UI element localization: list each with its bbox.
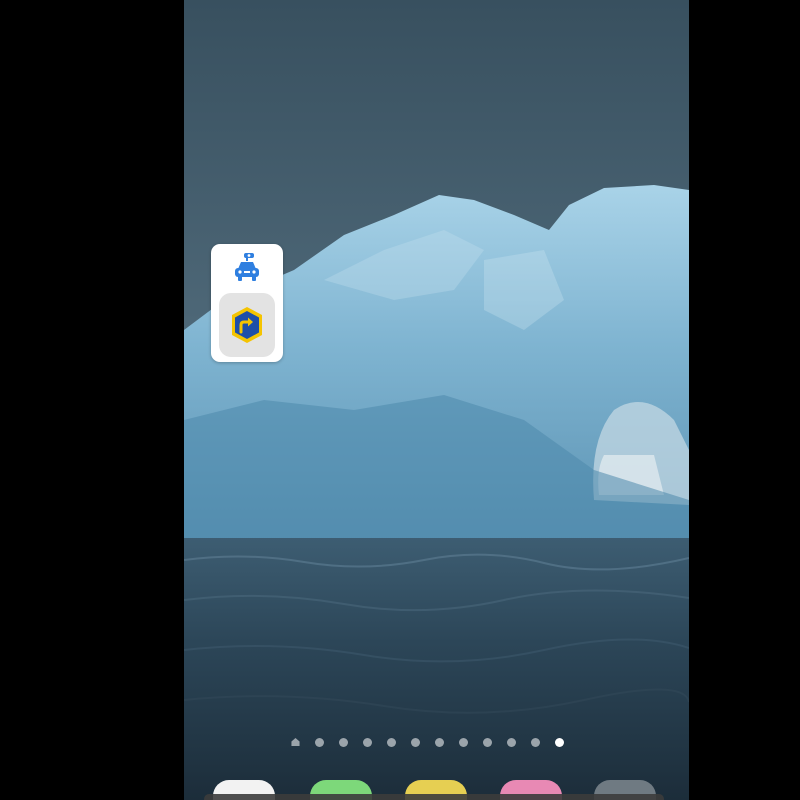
page-dot[interactable] <box>435 737 444 747</box>
page-indicator <box>291 736 564 748</box>
page-dot[interactable] <box>315 737 324 747</box>
yellow-direction-arrow-icon <box>232 307 262 343</box>
home-icon[interactable] <box>291 737 300 747</box>
page-dot[interactable] <box>459 737 468 747</box>
page-dot[interactable] <box>363 737 372 747</box>
app-tile <box>219 293 275 357</box>
launcher-item-car-app[interactable] <box>211 246 283 290</box>
page-dot[interactable] <box>507 737 516 747</box>
page-dot-active[interactable] <box>555 737 564 747</box>
app-launcher-panel <box>211 244 283 362</box>
dock-bar <box>204 794 664 800</box>
launcher-item-direction-app[interactable] <box>211 292 283 358</box>
page-dot[interactable] <box>531 737 540 747</box>
home-screen <box>184 0 689 800</box>
page-dot[interactable] <box>387 737 396 747</box>
wallpaper-iceberg <box>184 0 689 800</box>
page-dot[interactable] <box>483 737 492 747</box>
car-roof-luggage-icon <box>235 253 259 281</box>
page-dot[interactable] <box>339 737 348 747</box>
page-dot[interactable] <box>411 737 420 747</box>
